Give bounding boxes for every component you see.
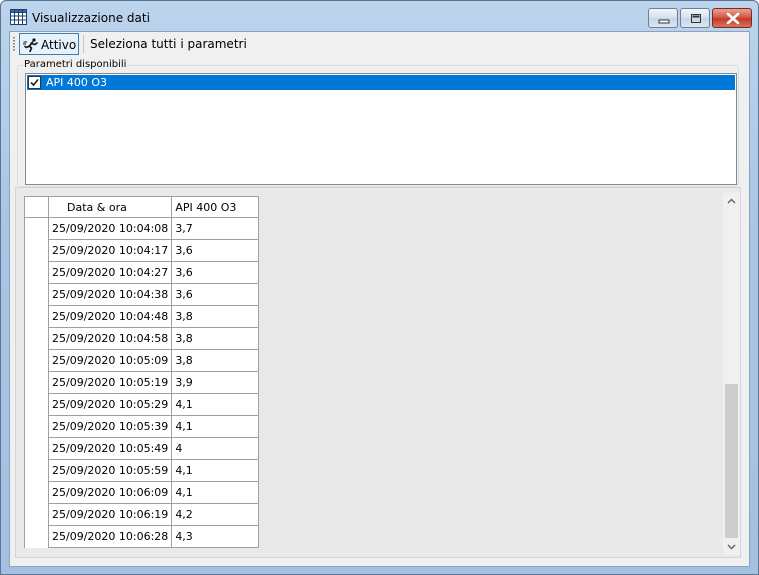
row-header-cell[interactable]	[24, 239, 49, 262]
table-row[interactable]: 25/09/2020 10:06:28 4,3	[24, 525, 260, 548]
toolbar-separator	[83, 35, 84, 53]
row-header-cell[interactable]	[24, 415, 49, 438]
parameters-group-label: Parametri disponibili	[23, 59, 128, 70]
value-cell[interactable]: 4,3	[171, 525, 260, 548]
toolbar: Attivo Seleziona tutti i parametri	[10, 32, 749, 56]
column-header-datetime[interactable]: Data & ora	[47, 196, 173, 218]
window-title: Visualizzazione dati	[32, 11, 150, 25]
row-header-cell[interactable]	[24, 327, 49, 350]
value-cell[interactable]: 3,7	[171, 217, 260, 240]
value-cell[interactable]: 4,1	[171, 481, 260, 504]
table-row[interactable]: 25/09/2020 10:04:38 3,6	[24, 283, 260, 306]
datetime-cell[interactable]: 25/09/2020 10:05:49	[47, 437, 173, 460]
row-header-cell[interactable]	[24, 217, 49, 240]
title-bar[interactable]: Visualizzazione dati	[1, 1, 758, 31]
row-header-cell[interactable]	[24, 459, 49, 482]
data-table: Data & ora API 400 O3 25/09/2020 10:04:0…	[24, 196, 260, 548]
maximize-button[interactable]	[680, 8, 710, 28]
row-header-cell[interactable]	[24, 437, 49, 460]
datetime-cell[interactable]: 25/09/2020 10:04:38	[47, 283, 173, 306]
grid-body: 25/09/2020 10:04:08 3,7 25/09/2020 10:04:1…	[24, 217, 260, 548]
maximize-icon	[691, 14, 701, 23]
value-cell[interactable]: 3,8	[171, 327, 260, 350]
value-cell[interactable]: 3,6	[171, 261, 260, 284]
close-button[interactable]	[712, 8, 752, 28]
table-grid-icon	[10, 9, 27, 25]
datetime-cell[interactable]: 25/09/2020 10:06:28	[47, 525, 173, 548]
table-row[interactable]: 25/09/2020 10:05:19 3,9	[24, 371, 260, 394]
table-row[interactable]: 25/09/2020 10:06:19 4,2	[24, 503, 260, 526]
value-cell[interactable]: 3,8	[171, 305, 260, 328]
select-all-parameters-button[interactable]: Seleziona tutti i parametri	[90, 37, 247, 51]
table-row[interactable]: 25/09/2020 10:04:17 3,6	[24, 239, 260, 262]
data-grid[interactable]: Data & ora API 400 O3 25/09/2020 10:04:0…	[15, 187, 741, 558]
table-row[interactable]: 25/09/2020 10:06:09 4,1	[24, 481, 260, 504]
value-cell[interactable]: 4,2	[171, 503, 260, 526]
value-cell[interactable]: 3,8	[171, 349, 260, 372]
active-button-label: Attivo	[41, 38, 77, 52]
toolbar-grip[interactable]	[13, 37, 15, 51]
row-header-cell[interactable]	[24, 525, 49, 548]
value-cell[interactable]: 3,6	[171, 239, 260, 262]
row-header-cell[interactable]	[24, 393, 49, 416]
table-row[interactable]: 25/09/2020 10:04:48 3,8	[24, 305, 260, 328]
datetime-cell[interactable]: 25/09/2020 10:04:58	[47, 327, 173, 350]
table-row[interactable]: 25/09/2020 10:04:08 3,7	[24, 217, 260, 240]
parameters-listbox[interactable]: API 400 O3	[25, 73, 737, 185]
row-header-cell[interactable]	[24, 371, 49, 394]
row-header-cell[interactable]	[24, 503, 49, 526]
scroll-up-icon[interactable]	[723, 193, 740, 210]
row-header-cell[interactable]	[24, 349, 49, 372]
parameter-item-label: API 400 O3	[46, 76, 108, 89]
datetime-cell[interactable]: 25/09/2020 10:05:29	[47, 393, 173, 416]
datetime-cell[interactable]: 25/09/2020 10:06:19	[47, 503, 173, 526]
value-cell[interactable]: 4,1	[171, 459, 260, 482]
datetime-cell[interactable]: 25/09/2020 10:04:08	[47, 217, 173, 240]
table-header-row: Data & ora API 400 O3	[24, 196, 260, 218]
table-row[interactable]: 25/09/2020 10:05:29 4,1	[24, 393, 260, 416]
value-cell[interactable]: 4	[171, 437, 260, 460]
running-person-icon	[23, 38, 39, 55]
value-cell[interactable]: 3,6	[171, 283, 260, 306]
minimize-icon	[658, 19, 670, 24]
table-row[interactable]: 25/09/2020 10:05:59 4,1	[24, 459, 260, 482]
value-cell[interactable]: 4,1	[171, 393, 260, 416]
row-header-cell[interactable]	[24, 283, 49, 306]
data-view-window: Visualizzazione dati Attivo Seleziona tu…	[0, 0, 759, 575]
datetime-cell[interactable]: 25/09/2020 10:05:19	[47, 371, 173, 394]
active-button[interactable]: Attivo	[19, 33, 79, 55]
datetime-cell[interactable]: 25/09/2020 10:04:27	[47, 261, 173, 284]
client-area: Attivo Seleziona tutti i parametri Param…	[9, 31, 750, 567]
grid-corner-cell[interactable]	[24, 196, 49, 218]
vertical-scrollbar[interactable]	[723, 193, 740, 555]
datetime-cell[interactable]: 25/09/2020 10:04:17	[47, 239, 173, 262]
parameter-item[interactable]: API 400 O3	[27, 75, 735, 90]
minimize-button[interactable]	[648, 8, 678, 28]
row-header-cell[interactable]	[24, 261, 49, 284]
table-row[interactable]: 25/09/2020 10:04:58 3,8	[24, 327, 260, 350]
datetime-cell[interactable]: 25/09/2020 10:05:39	[47, 415, 173, 438]
table-row[interactable]: 25/09/2020 10:05:39 4,1	[24, 415, 260, 438]
close-icon	[726, 12, 740, 25]
datetime-cell[interactable]: 25/09/2020 10:05:59	[47, 459, 173, 482]
value-cell[interactable]: 4,1	[171, 415, 260, 438]
table-row[interactable]: 25/09/2020 10:05:49 4	[24, 437, 260, 460]
row-header-cell[interactable]	[24, 305, 49, 328]
table-row[interactable]: 25/09/2020 10:05:09 3,8	[24, 349, 260, 372]
parameter-checkbox[interactable]	[28, 76, 41, 89]
scroll-down-icon[interactable]	[723, 538, 740, 555]
datetime-cell[interactable]: 25/09/2020 10:06:09	[47, 481, 173, 504]
column-header-api400-o3[interactable]: API 400 O3	[171, 196, 260, 218]
table-row[interactable]: 25/09/2020 10:04:27 3,6	[24, 261, 260, 284]
row-header-cell[interactable]	[24, 481, 49, 504]
value-cell[interactable]: 3,9	[171, 371, 260, 394]
checkmark-icon	[30, 78, 39, 87]
datetime-cell[interactable]: 25/09/2020 10:04:48	[47, 305, 173, 328]
datetime-cell[interactable]: 25/09/2020 10:05:09	[47, 349, 173, 372]
scrollbar-thumb[interactable]	[725, 384, 738, 538]
